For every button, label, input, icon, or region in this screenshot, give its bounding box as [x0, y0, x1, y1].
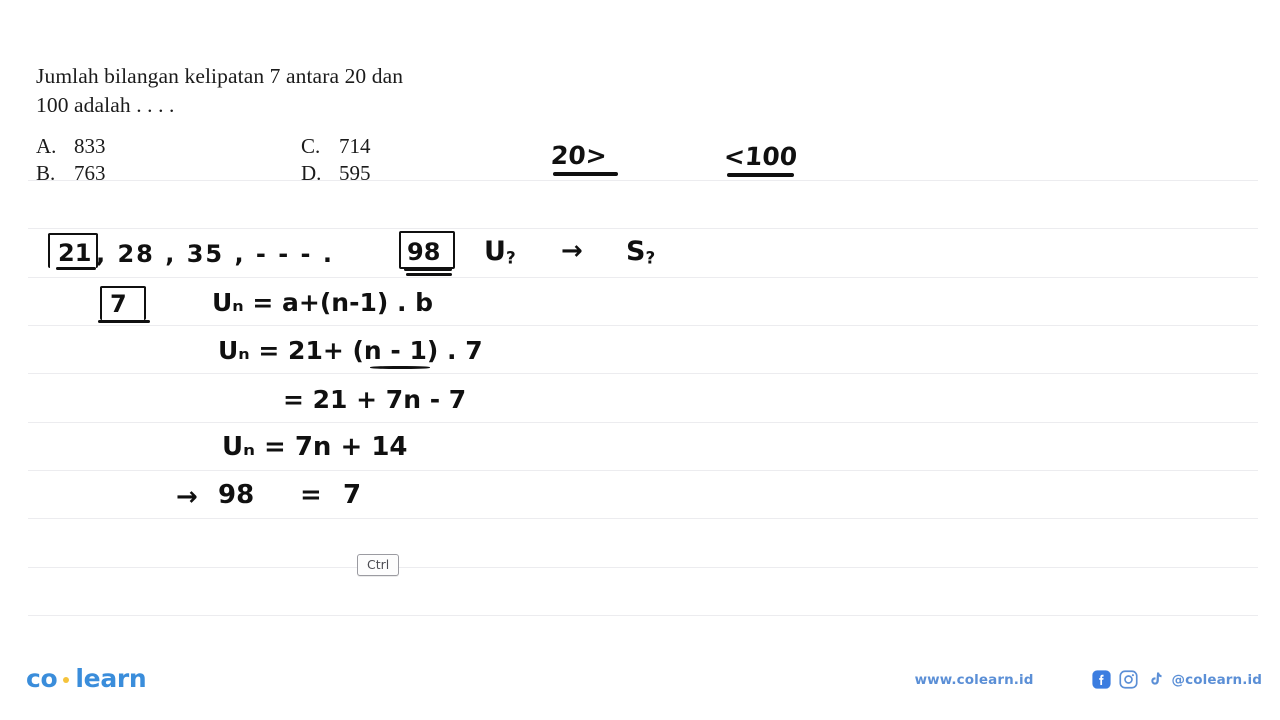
- formula-expanded: = 21 + 7n - 7: [283, 385, 467, 414]
- ctrl-key-badge[interactable]: Ctrl: [357, 554, 400, 576]
- rule-line: [28, 373, 1258, 374]
- option-d[interactable]: D. 595: [301, 161, 371, 186]
- option-d-value: 595: [339, 161, 371, 185]
- tiktok-icon[interactable]: [1146, 670, 1163, 689]
- option-row: B. 763 D. 595: [36, 161, 556, 188]
- annotation-lower-bound-underline: [553, 172, 618, 176]
- annotation-upper-bound: <100: [722, 142, 799, 171]
- annotation-arrow-to-sum: →: [561, 236, 583, 266]
- logo-text-learn: learn: [75, 664, 147, 693]
- option-c[interactable]: C. 714: [301, 134, 371, 159]
- option-b-value: 763: [74, 161, 106, 185]
- logo-dot-icon: [63, 676, 70, 683]
- footer: co learn www.colearn.id @colearn.id: [0, 656, 1280, 720]
- question-line-2: 100 adalah . . . .: [36, 93, 175, 117]
- rule-line: [28, 567, 1258, 568]
- sequence-first-term-underline: [56, 267, 96, 270]
- formula-simplified: Uₙ = 7n + 14: [222, 432, 408, 462]
- common-difference-underline: [98, 320, 150, 323]
- final-arrow: →: [176, 482, 198, 512]
- annotation-target-un: U?: [484, 236, 516, 268]
- formula-substituted-underline: [370, 366, 430, 369]
- sequence-rest-terms: , 28 , 35 , - - - .: [96, 240, 334, 268]
- colearn-logo: co learn: [26, 664, 147, 693]
- option-b-letter: B.: [36, 161, 56, 185]
- rule-line: [28, 615, 1258, 616]
- option-c-value: 714: [339, 134, 371, 158]
- annotation-target-sn: S?: [626, 236, 655, 268]
- rule-line: [28, 470, 1258, 471]
- social-icon-group: [1091, 670, 1163, 689]
- option-row: A. 833 C. 714: [36, 134, 556, 161]
- option-a-value: 833: [74, 134, 106, 158]
- final-left-value: 98: [218, 480, 255, 510]
- sequence-first-term: 21: [58, 239, 92, 267]
- question-line-1: Jumlah bilangan kelipatan 7 antara 20 da…: [36, 64, 404, 88]
- annotation-target-sn-subscript: ?: [645, 247, 655, 268]
- sequence-last-term-double-underline: [404, 268, 452, 271]
- option-c-letter: C.: [301, 134, 321, 158]
- final-equals-sign: =: [300, 480, 322, 510]
- answer-options: A. 833 C. 714 B. 763 D. 595: [36, 134, 556, 188]
- footer-links: www.colearn.id @colearn.id: [915, 670, 1262, 689]
- annotation-target-un-subscript: ?: [505, 247, 516, 268]
- rule-line: [28, 518, 1258, 519]
- common-difference-value: 7: [110, 290, 127, 318]
- facebook-icon[interactable]: [1091, 670, 1111, 689]
- rule-line: [28, 277, 1258, 278]
- option-a[interactable]: A. 833: [36, 134, 301, 159]
- footer-social-handle[interactable]: @colearn.id: [1172, 672, 1262, 688]
- final-right-value: 7: [343, 480, 362, 510]
- option-a-letter: A.: [36, 134, 57, 158]
- annotation-target-un-symbol: U: [484, 236, 506, 267]
- rule-line: [28, 325, 1258, 326]
- option-d-letter: D.: [301, 161, 322, 185]
- footer-website-url[interactable]: www.colearn.id: [915, 672, 1034, 688]
- question-text: Jumlah bilangan kelipatan 7 antara 20 da…: [36, 62, 596, 120]
- annotation-target-sn-symbol: S: [626, 236, 646, 267]
- rule-line: [28, 422, 1258, 423]
- option-b[interactable]: B. 763: [36, 161, 301, 186]
- instagram-icon[interactable]: [1118, 670, 1138, 689]
- sequence-last-term-double-underline: [406, 273, 452, 276]
- annotation-lower-bound: 20>: [549, 141, 608, 170]
- sequence-last-term: 98: [407, 238, 441, 266]
- annotation-upper-bound-underline: [727, 173, 794, 177]
- rule-line: [28, 228, 1258, 229]
- formula-substituted: Uₙ = 21+ (n - 1) . 7: [218, 336, 483, 365]
- formula-general: Uₙ = a+(n-1) . b: [212, 288, 434, 317]
- logo-text-co: co: [26, 664, 58, 693]
